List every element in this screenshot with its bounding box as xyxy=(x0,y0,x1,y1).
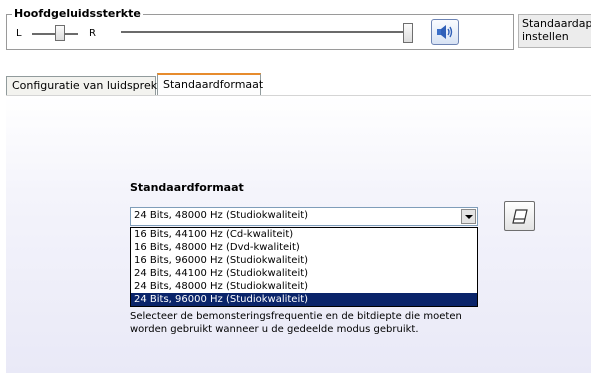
default-format-select-value: 24 Bits, 48000 Hz (Studiokwaliteit) xyxy=(134,210,309,221)
speaker-icon xyxy=(437,25,453,39)
default-format-select[interactable]: 24 Bits, 48000 Hz (Studiokwaliteit) xyxy=(130,207,478,226)
chevron-down-icon[interactable] xyxy=(461,209,476,224)
balance-right-label: R xyxy=(89,28,96,39)
master-volume-title: Hoofdgeluidssterkte xyxy=(12,7,143,20)
format-option-highlighted[interactable]: 24 Bits, 96000 Hz (Studiokwaliteit) xyxy=(131,293,477,306)
volume-slider-thumb[interactable] xyxy=(403,23,413,43)
volume-slider-track[interactable] xyxy=(121,31,411,34)
test-format-button[interactable] xyxy=(504,201,535,231)
set-default-device-button[interactable]: Standaardapp instellen xyxy=(518,14,591,48)
format-option[interactable]: 16 Bits, 48000 Hz (Dvd-kwaliteit) xyxy=(131,241,477,254)
balance-left-label: L xyxy=(16,28,22,39)
format-option[interactable]: 24 Bits, 48000 Hz (Studiokwaliteit) xyxy=(131,280,477,293)
default-format-help-text: Selecteer de bemonsteringsfrequentie en … xyxy=(130,311,462,335)
tab-default-format[interactable]: Standaardformaat xyxy=(157,73,263,95)
default-format-options-list: 16 Bits, 44100 Hz (Cd-kwaliteit) 16 Bits… xyxy=(130,227,478,307)
format-option[interactable]: 24 Bits, 44100 Hz (Studiokwaliteit) xyxy=(131,267,477,280)
format-option[interactable]: 16 Bits, 44100 Hz (Cd-kwaliteit) xyxy=(131,228,477,241)
mute-button[interactable] xyxy=(431,19,459,45)
format-option[interactable]: 16 Bits, 96000 Hz (Studiokwaliteit) xyxy=(131,254,477,267)
eraser-icon xyxy=(512,209,528,224)
default-format-heading: Standaardformaat xyxy=(130,181,244,194)
balance-slider-thumb[interactable] xyxy=(55,25,65,41)
tab-bar: Configuratie van luidsprekers Standaardf… xyxy=(6,73,591,95)
tab-speaker-configuration[interactable]: Configuratie van luidsprekers xyxy=(6,76,174,95)
